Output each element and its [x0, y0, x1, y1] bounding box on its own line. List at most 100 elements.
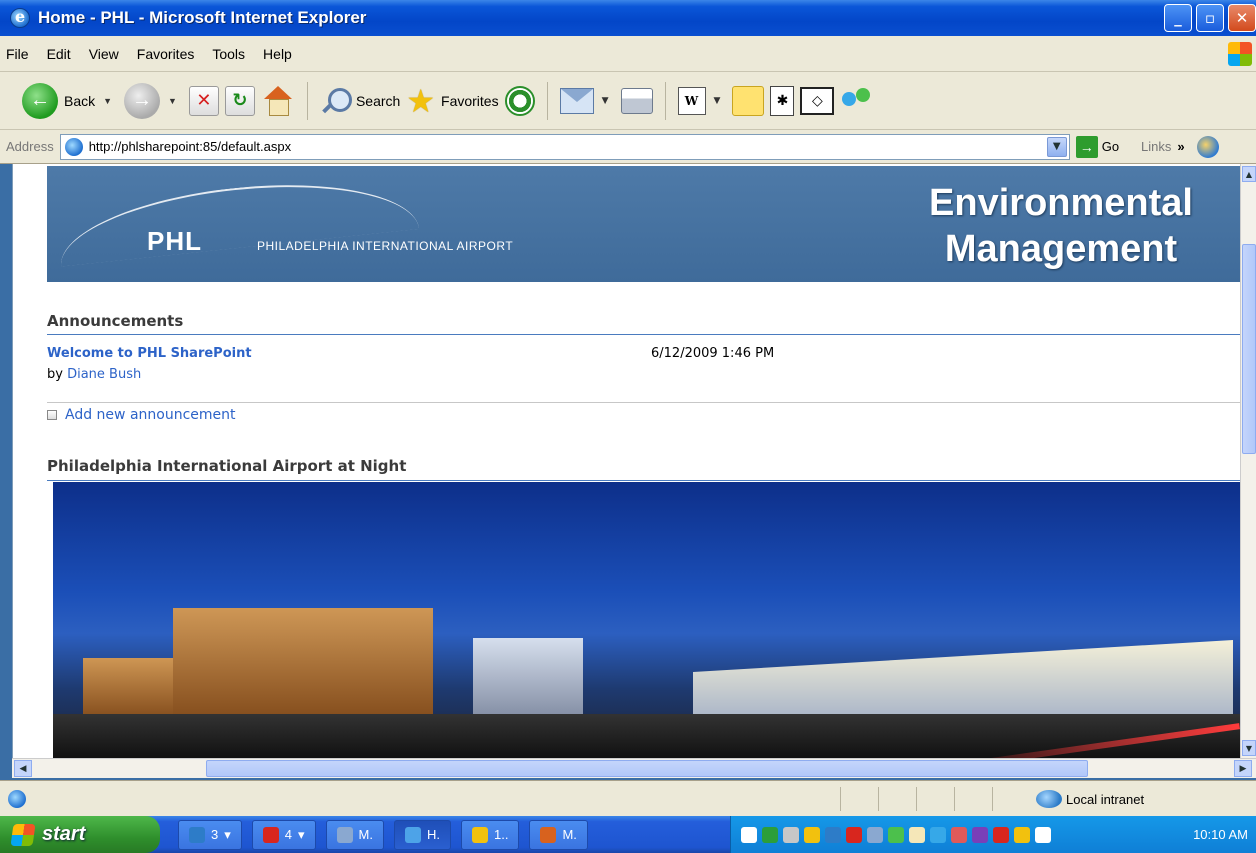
tray-icon[interactable]: [741, 826, 757, 843]
tray-icon[interactable]: [867, 826, 883, 843]
scroll-right-icon[interactable]: ▶: [1234, 760, 1252, 777]
taskbar-buttons: 3 ▾ 4 ▾ M. H. 1.. M.: [178, 819, 588, 850]
search-button[interactable]: Search: [320, 86, 400, 116]
phl-logo[interactable]: PHL: [147, 226, 202, 257]
security-zone: Local intranet: [1036, 790, 1144, 808]
star-icon: ★: [406, 82, 436, 119]
edit-word-icon[interactable]: W: [677, 86, 706, 115]
links-chevron-icon[interactable]: »: [1177, 139, 1184, 154]
taskbar-button-active[interactable]: H.: [393, 819, 451, 850]
print-icon[interactable]: [620, 87, 653, 114]
menu-view[interactable]: View: [89, 46, 119, 62]
calculator-icon[interactable]: ✱: [770, 85, 795, 116]
status-cells: [840, 787, 1030, 811]
add-announcement-link[interactable]: Add new announcement: [47, 407, 236, 423]
tray-icon[interactable]: [930, 826, 946, 843]
pdf-icon: [262, 826, 279, 843]
tray-icon[interactable]: [1035, 826, 1051, 843]
address-input[interactable]: [88, 139, 989, 154]
taskbar-button[interactable]: M.: [325, 819, 384, 850]
note-icon[interactable]: [732, 85, 765, 116]
back-button[interactable]: ← Back ▼: [22, 82, 118, 119]
menu-edit[interactable]: Edit: [47, 46, 71, 62]
windows-flag-icon: [10, 823, 36, 846]
tray-icon[interactable]: [888, 826, 904, 843]
messenger-icon[interactable]: [840, 86, 874, 116]
tray-icon[interactable]: [909, 826, 925, 843]
address-dropdown-icon[interactable]: ▼: [1046, 136, 1067, 157]
favorites-button[interactable]: ★ Favorites: [406, 82, 498, 119]
menu-help[interactable]: Help: [263, 46, 292, 62]
standard-toolbar: ← Back ▼ → ▼ ✕ ↻ Search ★ Favorites ▼ W …: [0, 72, 1256, 130]
messenger-tray-icon[interactable]: [1196, 135, 1219, 158]
start-button[interactable]: start: [0, 816, 160, 853]
home-icon[interactable]: [261, 85, 295, 116]
stop-icon[interactable]: ✕: [188, 85, 219, 116]
links-toolbar[interactable]: Links »: [1141, 139, 1185, 154]
tray-icon[interactable]: [972, 826, 988, 843]
vertical-scrollbar[interactable]: ▲ ▼: [1240, 164, 1256, 758]
bullet-icon: [47, 410, 57, 420]
back-dropdown-icon[interactable]: ▼: [103, 96, 112, 106]
horizontal-scrollbar[interactable]: ◀ ▶: [12, 758, 1256, 778]
photo-building: [83, 658, 173, 718]
taskbar-button[interactable]: 3 ▾: [178, 819, 242, 850]
tray-icon[interactable]: [846, 826, 862, 843]
taskbar-button[interactable]: M.: [529, 819, 588, 850]
tray-icon[interactable]: [762, 826, 778, 843]
forward-arrow-icon: →: [124, 82, 161, 119]
status-cell: [954, 787, 992, 811]
taskbar-label: 1..: [493, 827, 509, 842]
links-label: Links: [1141, 139, 1172, 154]
go-button[interactable]: → Go: [1075, 135, 1119, 158]
phl-logo-subtitle: PHILADELPHIA INTERNATIONAL AIRPORT: [257, 239, 514, 253]
menu-tools[interactable]: Tools: [212, 46, 245, 62]
announcements-heading[interactable]: Announcements: [47, 312, 183, 330]
taskbar-label: M.: [562, 827, 577, 842]
tray-icon[interactable]: [993, 826, 1009, 843]
horizontal-scroll-thumb[interactable]: [206, 760, 1088, 777]
add-announcement-label: Add new announcement: [65, 407, 236, 423]
maximize-button[interactable]: ▫: [1196, 4, 1224, 32]
mail-dropdown-icon[interactable]: ▼: [602, 96, 609, 106]
tray-icon[interactable]: [1014, 826, 1030, 843]
menu-favorites[interactable]: Favorites: [137, 46, 195, 62]
author-link[interactable]: Diane Bush: [67, 367, 141, 382]
clock[interactable]: 10:10 AM: [1193, 827, 1248, 842]
image-webpart-rule: [47, 480, 1240, 481]
taskbar-button[interactable]: 1..: [460, 819, 520, 850]
system-tray: 10:10 AM: [730, 816, 1256, 853]
window-title: Home - PHL - Microsoft Internet Explorer: [38, 8, 367, 27]
refresh-icon[interactable]: ↻: [224, 85, 255, 116]
scroll-up-icon[interactable]: ▲: [1242, 166, 1256, 182]
intranet-zone-icon: [1036, 790, 1062, 808]
scroll-down-icon[interactable]: ▼: [1242, 740, 1256, 756]
status-cell: [992, 787, 1030, 811]
history-icon[interactable]: [504, 85, 535, 116]
toolbar-separator: [306, 81, 308, 120]
menu-bar: File Edit View Favorites Tools Help: [0, 36, 1256, 72]
research-icon[interactable]: ◇: [800, 86, 835, 115]
tray-icon[interactable]: [825, 826, 841, 843]
byline-prefix: by: [47, 367, 63, 382]
close-button[interactable]: ✕: [1228, 4, 1256, 32]
tray-icon[interactable]: [951, 826, 967, 843]
edit-dropdown-icon[interactable]: ▼: [714, 96, 721, 106]
toolbar-separator: [546, 81, 548, 120]
menu-file[interactable]: File: [6, 46, 29, 62]
start-label: start: [42, 823, 86, 845]
announcement-title-link[interactable]: Welcome to PHL SharePoint: [47, 346, 252, 361]
mail-icon[interactable]: [559, 87, 594, 114]
photo-building: [173, 608, 433, 718]
status-cell: [840, 787, 878, 811]
taskbar-button[interactable]: 4 ▾: [251, 819, 316, 850]
ie-icon: [10, 7, 30, 28]
forward-button[interactable]: → ▼: [124, 82, 183, 119]
forward-dropdown-icon[interactable]: ▼: [168, 96, 177, 106]
minimize-button[interactable]: _: [1164, 4, 1192, 32]
tray-icon[interactable]: [783, 826, 799, 843]
tray-icon[interactable]: [804, 826, 820, 843]
scroll-left-icon[interactable]: ◀: [14, 760, 32, 777]
vertical-scroll-thumb[interactable]: [1242, 244, 1256, 454]
image-webpart-heading[interactable]: Philadelphia International Airport at Ni…: [47, 457, 406, 475]
